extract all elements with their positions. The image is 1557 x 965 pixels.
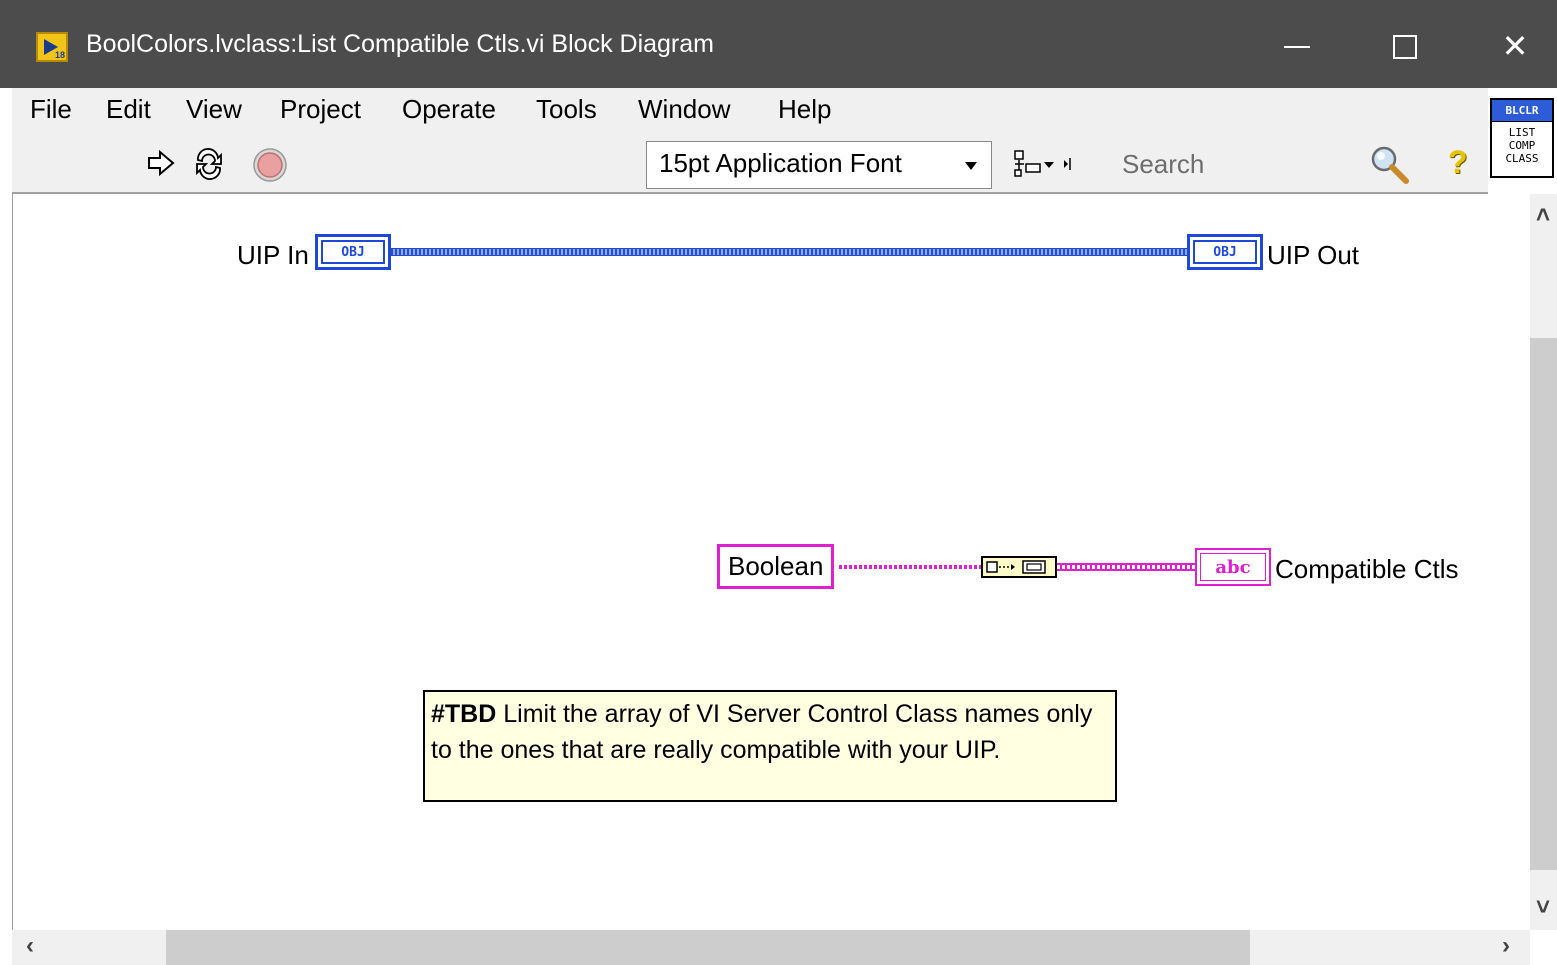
build-array-node[interactable] — [981, 556, 1057, 578]
comment-text: Limit the array of VI Server Control Cla… — [431, 700, 1093, 764]
string-array-wire[interactable] — [1057, 563, 1195, 571]
compatible-ctls-label: Compatible Ctls — [1275, 554, 1459, 584]
close-button[interactable]: ✕ — [1488, 18, 1542, 74]
vertical-scroll-thumb[interactable] — [1530, 338, 1557, 870]
scroll-up-icon[interactable]: ˄ — [1536, 202, 1550, 230]
scroll-down-icon[interactable]: ˅ — [1536, 894, 1550, 922]
menu-tools[interactable]: Tools — [536, 94, 597, 125]
minimize-button[interactable] — [1270, 18, 1324, 74]
font-select-value: 15pt Application Font — [659, 148, 902, 178]
scroll-right-icon[interactable]: › — [1502, 932, 1510, 960]
menu-edit[interactable]: Edit — [106, 94, 151, 125]
menu-view[interactable]: View — [186, 94, 242, 125]
menu-help[interactable]: Help — [778, 94, 831, 125]
uip-in-terminal[interactable]: OBJ — [315, 234, 391, 270]
string-wire[interactable] — [839, 565, 981, 569]
uip-out-terminal[interactable]: OBJ — [1187, 234, 1263, 270]
horizontal-scroll-thumb[interactable] — [166, 930, 1250, 965]
menu-file[interactable]: File — [30, 94, 72, 125]
title-bar: 18 BoolColors.lvclass:List Compatible Ct… — [0, 0, 1557, 88]
search-icon[interactable] — [1368, 144, 1412, 186]
minimize-icon — [1284, 46, 1310, 49]
obj-terminal-text: OBJ — [1193, 240, 1257, 264]
boolean-string-constant[interactable]: Boolean — [717, 544, 835, 589]
font-select[interactable]: 15pt Application Font — [646, 141, 992, 189]
menu-bar: File Edit View Project Operate Tools Win… — [12, 88, 1488, 134]
chevron-down-icon — [965, 162, 977, 170]
uip-out-label: UIP Out — [1267, 240, 1360, 270]
version-badge: 18 — [54, 50, 65, 60]
uip-in-label: UIP In — [237, 240, 309, 270]
labview-vi-icon: 18 — [36, 32, 68, 62]
horizontal-scrollbar[interactable]: ‹ › — [12, 930, 1530, 965]
vertical-scrollbar[interactable]: ˄ ˅ — [1530, 194, 1557, 930]
align-objects-icon[interactable] — [1012, 146, 1072, 182]
close-icon: ✕ — [1501, 28, 1529, 64]
run-arrow-icon[interactable] — [146, 148, 176, 178]
maximize-button[interactable] — [1378, 18, 1432, 74]
build-array-icon — [986, 560, 1046, 574]
vi-icon-line: LIST — [1508, 126, 1536, 139]
obj-terminal-text: OBJ — [321, 240, 385, 264]
string-terminal-text: abc — [1200, 553, 1266, 581]
block-diagram-canvas[interactable]: UIP In OBJ OBJ UIP Out Boolean abc Compa… — [12, 194, 1530, 930]
menu-window[interactable]: Window — [638, 94, 730, 125]
vi-connector-icon[interactable]: BLCLR LIST COMP CLASS — [1490, 98, 1554, 178]
run-continuously-icon[interactable] — [192, 148, 226, 180]
free-label-comment[interactable]: #TBD Limit the array of VI Server Contro… — [423, 690, 1117, 802]
menu-project[interactable]: Project — [280, 94, 361, 125]
abort-stop-icon[interactable] — [252, 148, 292, 188]
class-wire[interactable] — [391, 248, 1187, 256]
scroll-left-icon[interactable]: ‹ — [26, 932, 34, 960]
window-title: BoolColors.lvclass:List Compatible Ctls.… — [86, 30, 714, 58]
vi-icon-line: COMP — [1508, 139, 1536, 152]
vi-icon-header: BLCLR — [1492, 100, 1552, 122]
menu-operate[interactable]: Operate — [402, 94, 496, 125]
search-box — [1122, 144, 1392, 186]
maximize-icon — [1393, 35, 1417, 60]
toolbar: 15pt Application Font ? — [12, 134, 1488, 194]
compatible-ctls-terminal[interactable]: abc — [1195, 548, 1271, 586]
comment-tag: #TBD — [431, 700, 497, 728]
vi-icon-line: CLASS — [1505, 152, 1539, 165]
help-icon[interactable]: ? — [1448, 144, 1468, 181]
search-input[interactable] — [1122, 144, 1362, 184]
